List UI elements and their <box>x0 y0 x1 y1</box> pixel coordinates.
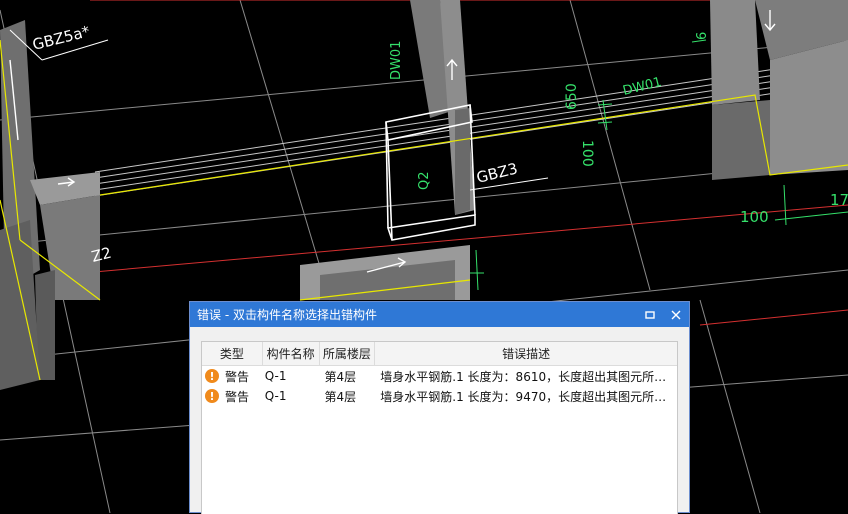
dimension-650: 650 <box>564 83 580 110</box>
column-header-name[interactable]: 构件名称 <box>263 342 320 365</box>
component-name-cell[interactable]: Q-1 <box>263 369 320 383</box>
minimize-icon[interactable] <box>637 302 663 327</box>
floor-cell: 第4层 <box>324 369 357 384</box>
dialog-titlebar[interactable]: 错误 - 双击构件名称选择出错构件 <box>190 302 689 327</box>
column-header-type[interactable]: 类型 <box>202 342 263 365</box>
dimension-17: 17 <box>830 191 848 209</box>
label-q2: Q2 <box>417 171 432 190</box>
dialog-title: 错误 - 双击构件名称选择出错构件 <box>197 308 377 322</box>
dimension-100: 100 <box>740 208 769 226</box>
column-header-floor[interactable]: 所属楼层 <box>320 342 376 365</box>
table-row[interactable]: ! 警告 Q-1 第4层 墙身水平钢筋.1 长度为：8610，长度超出其图元所绘长… <box>202 366 677 386</box>
label-dw01-left: DW01 <box>389 41 404 80</box>
description-cell: 墙身水平钢筋.1 长度为：9470，长度超出其图元所绘长... <box>380 389 677 404</box>
close-icon[interactable] <box>663 302 689 327</box>
table-header: 类型 构件名称 所属楼层 错误描述 <box>202 342 677 366</box>
component-name-cell[interactable]: Q-1 <box>263 389 320 403</box>
error-dialog: 错误 - 双击构件名称选择出错构件 类型 构件名称 所属楼层 错误描述 ! 警告 … <box>189 301 690 514</box>
dimension-100-vertical: 100 <box>579 140 595 167</box>
column-header-description[interactable]: 错误描述 <box>375 342 677 365</box>
warning-icon: ! <box>205 369 219 383</box>
floor-cell: 第4层 <box>324 389 357 404</box>
error-table: 类型 构件名称 所属楼层 错误描述 ! 警告 Q-1 第4层 墙身水平钢筋.1 长… <box>201 341 678 514</box>
warning-icon: ! <box>205 389 219 403</box>
dimension-6: 6 <box>695 32 710 40</box>
description-cell: 墙身水平钢筋.1 长度为：8610，长度超出其图元所绘长... <box>380 369 677 384</box>
table-row[interactable]: ! 警告 Q-1 第4层 墙身水平钢筋.1 长度为：9470，长度超出其图元所绘长… <box>202 386 677 406</box>
